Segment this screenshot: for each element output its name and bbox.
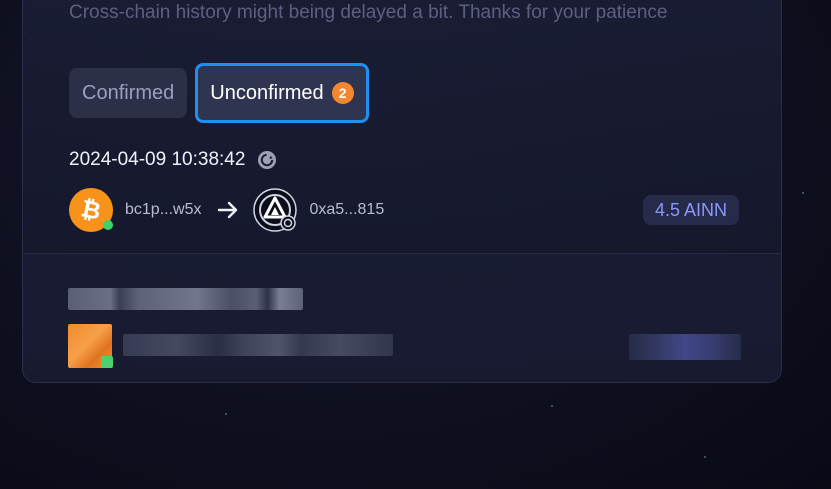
transaction-item[interactable]: 2024-04-09 10:38:42 ₿ bc1p...w5x 0xa5...… [23, 131, 781, 253]
amount-badge: 4.5 AINN [642, 195, 739, 225]
redacted-timestamp [68, 288, 303, 310]
tab-unconfirmed-label: Unconfirmed [210, 81, 324, 104]
transaction-timestamp: 2024-04-09 10:38:42 [69, 149, 246, 170]
pending-icon [258, 151, 277, 169]
transaction-item-redacted[interactable] [23, 254, 781, 382]
delay-notice: Cross-chain history might being delayed … [69, 2, 668, 23]
from-address: bc1p...w5x [125, 201, 202, 218]
unconfirmed-count-badge: 2 [331, 82, 354, 104]
to-address: 0xa5...815 [309, 201, 385, 218]
ainn-icon [253, 188, 298, 232]
tab-confirmed[interactable]: Confirmed [69, 68, 188, 118]
redacted-route [123, 334, 393, 356]
redacted-amount [629, 334, 741, 360]
tab-confirmed-label: Confirmed [82, 81, 175, 104]
tab-unconfirmed[interactable]: Unconfirmed 2 [195, 63, 369, 123]
transaction-route: ₿ bc1p...w5x 0xa5...815 4.5 AINN [69, 187, 739, 233]
redacted-status-dot [101, 356, 113, 368]
arrow-right-icon [218, 201, 238, 219]
transaction-time-row: 2024-04-09 10:38:42 [69, 149, 277, 171]
status-tabs: Confirmed Unconfirmed 2 [69, 63, 369, 123]
transaction-history-panel: Cross-chain history might being delayed … [22, 0, 782, 383]
bitcoin-icon: ₿ [69, 188, 113, 232]
